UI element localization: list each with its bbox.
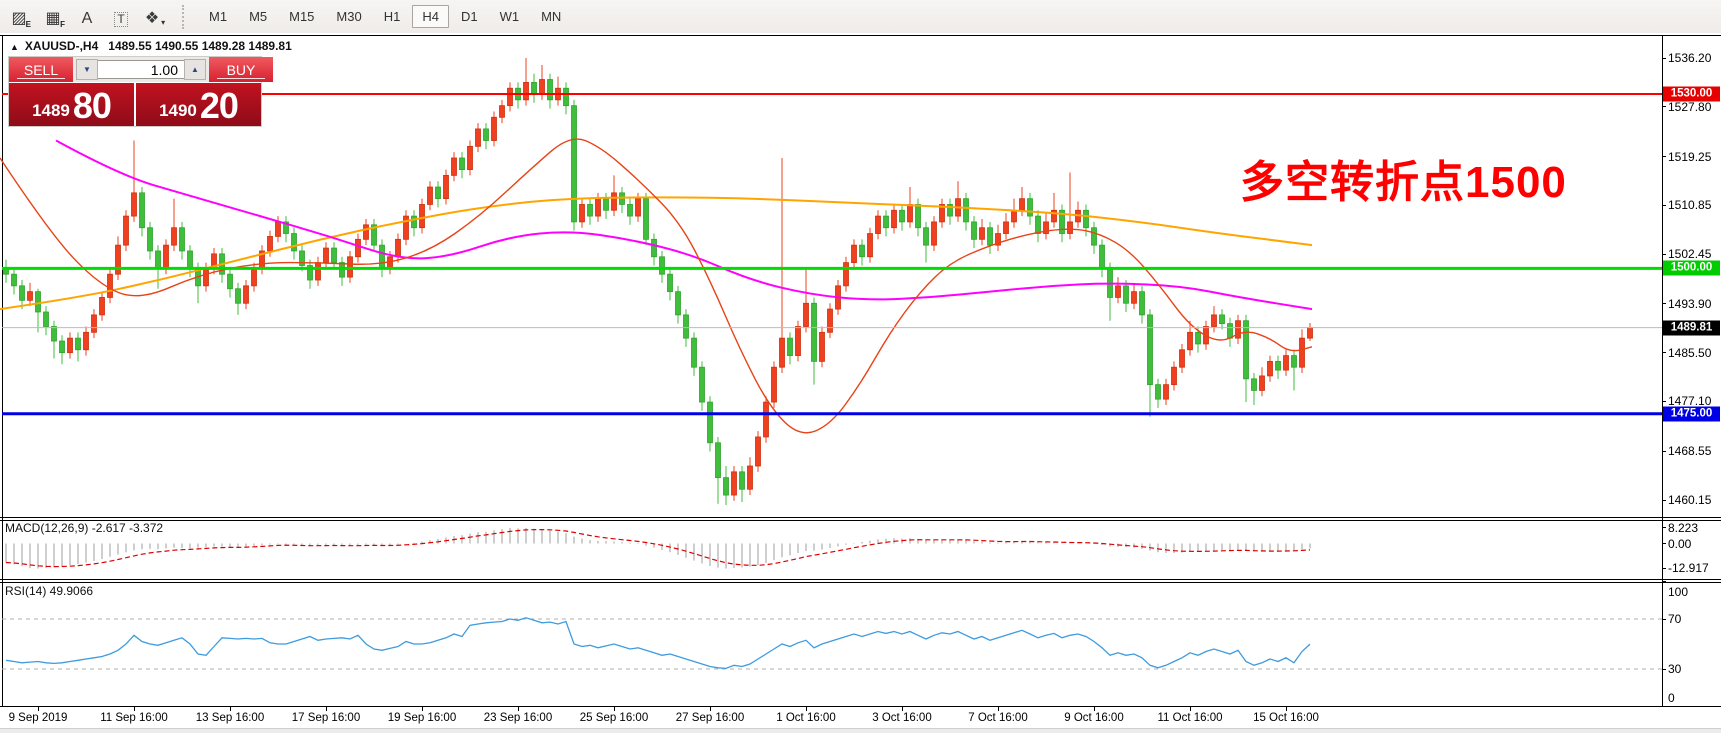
axis-tick [1662,581,1666,582]
macd-scale-label: -12.917 [1668,561,1709,575]
axis-tick [1662,58,1666,59]
time-tick [902,707,903,711]
collapse-arrow-icon[interactable]: ▲ [10,42,19,52]
chart-annotation-text: 多空转折点1500 [1240,146,1567,210]
time-tick [38,707,39,711]
axis-tick [1662,254,1666,255]
macd-label: MACD(12,26,9) -2.617 -3.372 [5,521,163,535]
axis-tick [1662,205,1666,206]
sell-price-box[interactable]: 1489 80 [9,83,134,126]
time-label: 11 Sep 16:00 [100,712,168,724]
time-tick [998,707,999,711]
time-tick [230,707,231,711]
sell-price-pips: 80 [73,89,111,123]
ohlc-quote-label: 1489.55 1490.55 1489.28 1489.81 [108,39,292,53]
macd-panel[interactable] [2,521,1662,579]
volume-decrease-button[interactable]: ▼ [76,59,98,80]
axis-tick [1662,543,1666,544]
time-label: 17 Sep 16:00 [292,712,360,724]
price-axis-label: 1536.20 [1668,51,1711,65]
price-axis-label: 1502.45 [1668,247,1711,261]
time-tick [326,707,327,711]
time-label: 19 Sep 16:00 [388,712,456,724]
rsi-label: RSI(14) 49.9066 [5,584,93,598]
axis-tick [1662,527,1666,528]
time-label: 23 Sep 16:00 [484,712,552,724]
axis-tick [1662,451,1666,452]
axis-tick [1662,568,1666,569]
price-axis[interactable] [1663,36,1721,706]
symbol-label: XAUUSD-,H4 [25,39,98,53]
price-axis-label: 1527.80 [1668,100,1711,114]
price-axis-label: 1519.25 [1668,150,1711,164]
axis-tick [1662,401,1666,402]
volume-increase-button[interactable]: ▲ [184,59,206,80]
axis-tick [1662,303,1666,304]
price-badge-1475-00: 1475.00 [1663,406,1720,421]
time-label: 9 Oct 16:00 [1064,712,1123,724]
buy-price-pips: 20 [200,89,238,123]
rsi-scale-label: 70 [1668,612,1681,626]
buy-price-main: 1490 [159,99,197,123]
time-label: 3 Oct 16:00 [872,712,931,724]
axis-tick [1662,619,1666,620]
price-axis-label: 1460.15 [1668,493,1711,507]
price-axis-label: 1493.90 [1668,297,1711,311]
price-axis-label: 1510.85 [1668,198,1711,212]
chart-header: ▲ XAUUSD-,H4 1489.55 1490.55 1489.28 1489.… [10,39,292,53]
axis-tick [1662,706,1666,707]
time-label: 27 Sep 16:00 [676,712,744,724]
time-label: 15 Oct 16:00 [1253,712,1319,724]
price-axis-label: 1485.50 [1668,346,1711,360]
time-label: 11 Oct 16:00 [1158,712,1223,724]
axis-tick [1662,352,1666,353]
time-tick [614,707,615,711]
price-badge-1530-00: 1530.00 [1663,87,1720,102]
buy-price-box[interactable]: 1490 20 [136,83,261,126]
volume-stepper: ▼ ▲ [73,57,209,82]
macd-scale-label: 8.223 [1668,521,1698,535]
axis-tick [1662,500,1666,501]
time-label: 13 Sep 16:00 [196,712,264,724]
time-tick [1094,707,1095,711]
time-label: 25 Sep 16:00 [580,712,648,724]
time-tick [710,707,711,711]
time-label: 9 Sep 2019 [9,712,68,724]
price-badge-1489-81: 1489.81 [1663,320,1720,335]
time-tick [422,707,423,711]
axis-tick [1662,156,1666,157]
time-label: 1 Oct 16:00 [776,712,835,724]
time-tick [1190,707,1191,711]
time-tick [1286,707,1287,711]
macd-scale-label: 0.00 [1668,537,1691,551]
sell-price-main: 1489 [32,99,70,123]
price-badge-1500-00: 1500.00 [1663,261,1720,276]
volume-input[interactable] [98,60,184,79]
price-axis-label: 1468.55 [1668,444,1711,458]
rsi-panel[interactable] [2,583,1662,706]
one-click-trade-panel: SELL ▼ ▲ BUY 1489 80 1490 20 [8,56,262,127]
axis-tick [1662,106,1666,107]
rsi-scale-label: 30 [1668,662,1681,676]
time-tick [518,707,519,711]
rsi-scale-label: 100 [1668,585,1688,599]
sell-button[interactable]: SELL [9,57,73,82]
rsi-scale-label: 0 [1668,691,1675,705]
time-tick [134,707,135,711]
buy-button[interactable]: BUY [209,57,273,82]
time-tick [806,707,807,711]
axis-tick [1662,669,1666,670]
time-label: 7 Oct 16:00 [968,712,1027,724]
